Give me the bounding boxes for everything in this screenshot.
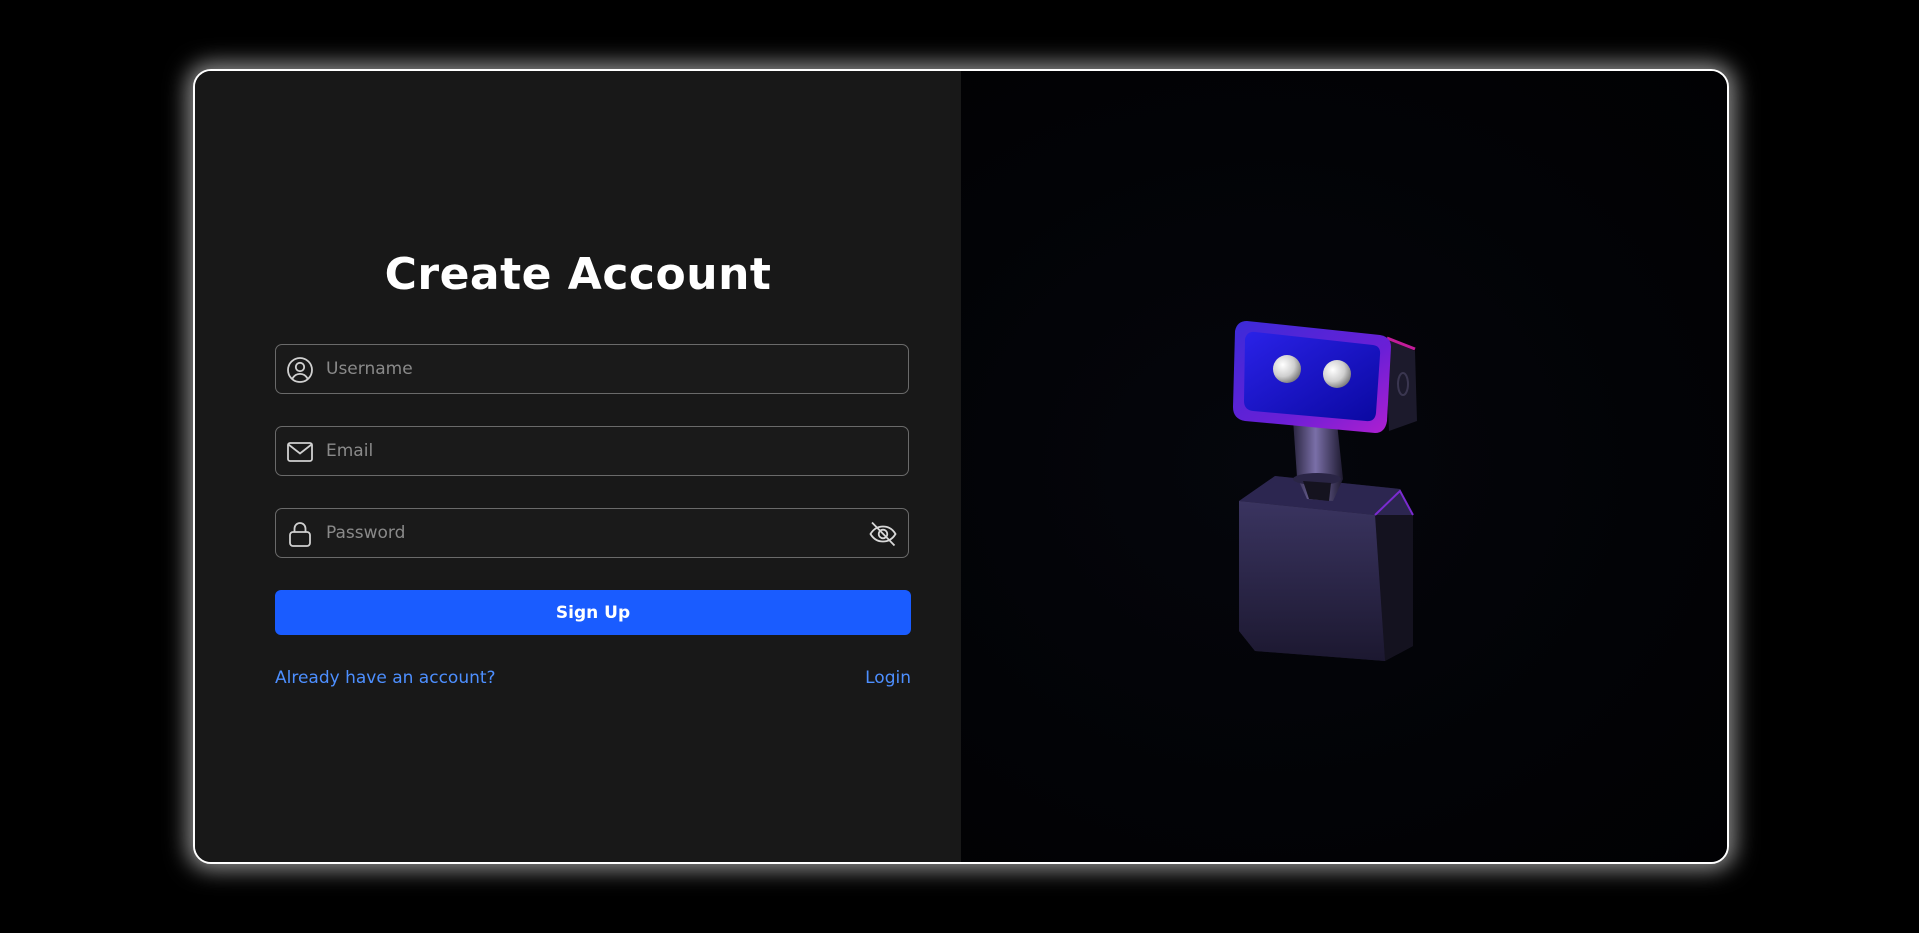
email-field[interactable] bbox=[275, 426, 909, 476]
password-input[interactable] bbox=[326, 509, 846, 557]
already-have-account-link[interactable]: Already have an account? bbox=[275, 668, 496, 688]
page-title: Create Account bbox=[384, 249, 772, 300]
username-field[interactable] bbox=[275, 344, 909, 394]
lock-icon bbox=[289, 522, 311, 547]
envelope-icon bbox=[287, 442, 313, 462]
email-input[interactable] bbox=[326, 427, 846, 475]
illustration-panel bbox=[961, 71, 1727, 862]
username-input[interactable] bbox=[326, 345, 846, 393]
robot-illustration bbox=[1233, 321, 1417, 661]
user-circle-icon bbox=[287, 357, 313, 383]
eye-off-icon[interactable] bbox=[868, 519, 898, 549]
login-link[interactable]: Login bbox=[865, 668, 911, 688]
form-panel: Create Account Username Email Sign Up Al… bbox=[195, 71, 961, 862]
signup-card: Create Account Username Email Sign Up Al… bbox=[193, 69, 1729, 864]
sign-up-button[interactable]: Sign Up bbox=[275, 590, 911, 635]
password-field[interactable] bbox=[275, 508, 909, 558]
